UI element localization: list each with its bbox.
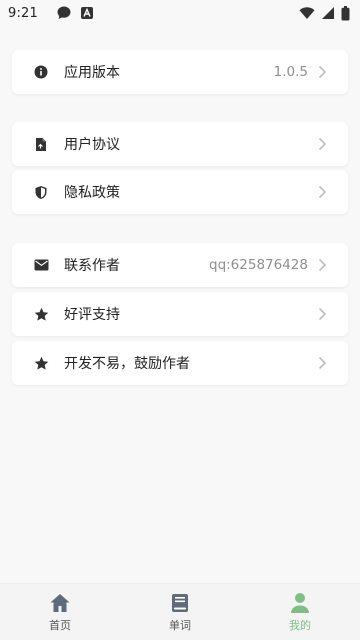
star-icon <box>32 354 50 372</box>
privacy-policy-label: 隐私政策 <box>64 185 120 201</box>
status-time: 9:21 <box>8 5 38 21</box>
bottom-navigation: 首页 单词 我的 <box>0 583 360 640</box>
battery-icon <box>341 5 350 21</box>
nav-words[interactable]: 单词 <box>120 584 240 640</box>
chevron-right-icon <box>314 64 330 80</box>
star-icon <box>32 305 50 323</box>
contact-author-value: qq:625876428 <box>209 257 308 273</box>
encourage-author-row[interactable]: 开发不易，鼓励作者 <box>12 341 348 385</box>
mail-icon <box>32 256 50 274</box>
chevron-right-icon <box>314 355 330 371</box>
app-version-label: 应用版本 <box>64 65 120 81</box>
status-bar: 9:21 <box>0 0 360 26</box>
chevron-right-icon <box>314 257 330 273</box>
chevron-right-icon <box>314 184 330 200</box>
user-agreement-row[interactable]: 用户协议 <box>12 122 348 166</box>
chevron-right-icon <box>314 306 330 322</box>
chat-notification-icon <box>56 5 72 21</box>
nav-mine[interactable]: 我的 <box>240 584 360 640</box>
person-icon <box>289 592 311 614</box>
nav-mine-label: 我的 <box>289 618 311 632</box>
about-screen: 9:21 应用版本 1.0.5 用户协议 隐私政策 联系作者 qq:625876… <box>0 0 360 640</box>
nav-home-label: 首页 <box>49 618 71 632</box>
wifi-icon <box>299 6 315 20</box>
document-icon <box>32 135 50 153</box>
chevron-right-icon <box>314 136 330 152</box>
text-notification-icon <box>80 6 94 20</box>
nav-words-label: 单词 <box>169 618 191 632</box>
encourage-author-label: 开发不易，鼓励作者 <box>64 356 190 372</box>
rate-support-row[interactable]: 好评支持 <box>12 292 348 336</box>
info-icon <box>32 63 50 81</box>
privacy-policy-row[interactable]: 隐私政策 <box>12 170 348 214</box>
nav-home[interactable]: 首页 <box>0 584 120 640</box>
app-version-row[interactable]: 应用版本 1.0.5 <box>12 50 348 94</box>
app-version-value: 1.0.5 <box>273 64 308 80</box>
rate-support-label: 好评支持 <box>64 307 120 323</box>
signal-icon <box>321 6 335 20</box>
contact-author-row[interactable]: 联系作者 qq:625876428 <box>12 243 348 287</box>
book-icon <box>169 592 191 614</box>
shield-icon <box>32 183 50 201</box>
user-agreement-label: 用户协议 <box>64 137 120 153</box>
contact-author-label: 联系作者 <box>64 258 120 274</box>
home-icon <box>49 592 71 614</box>
